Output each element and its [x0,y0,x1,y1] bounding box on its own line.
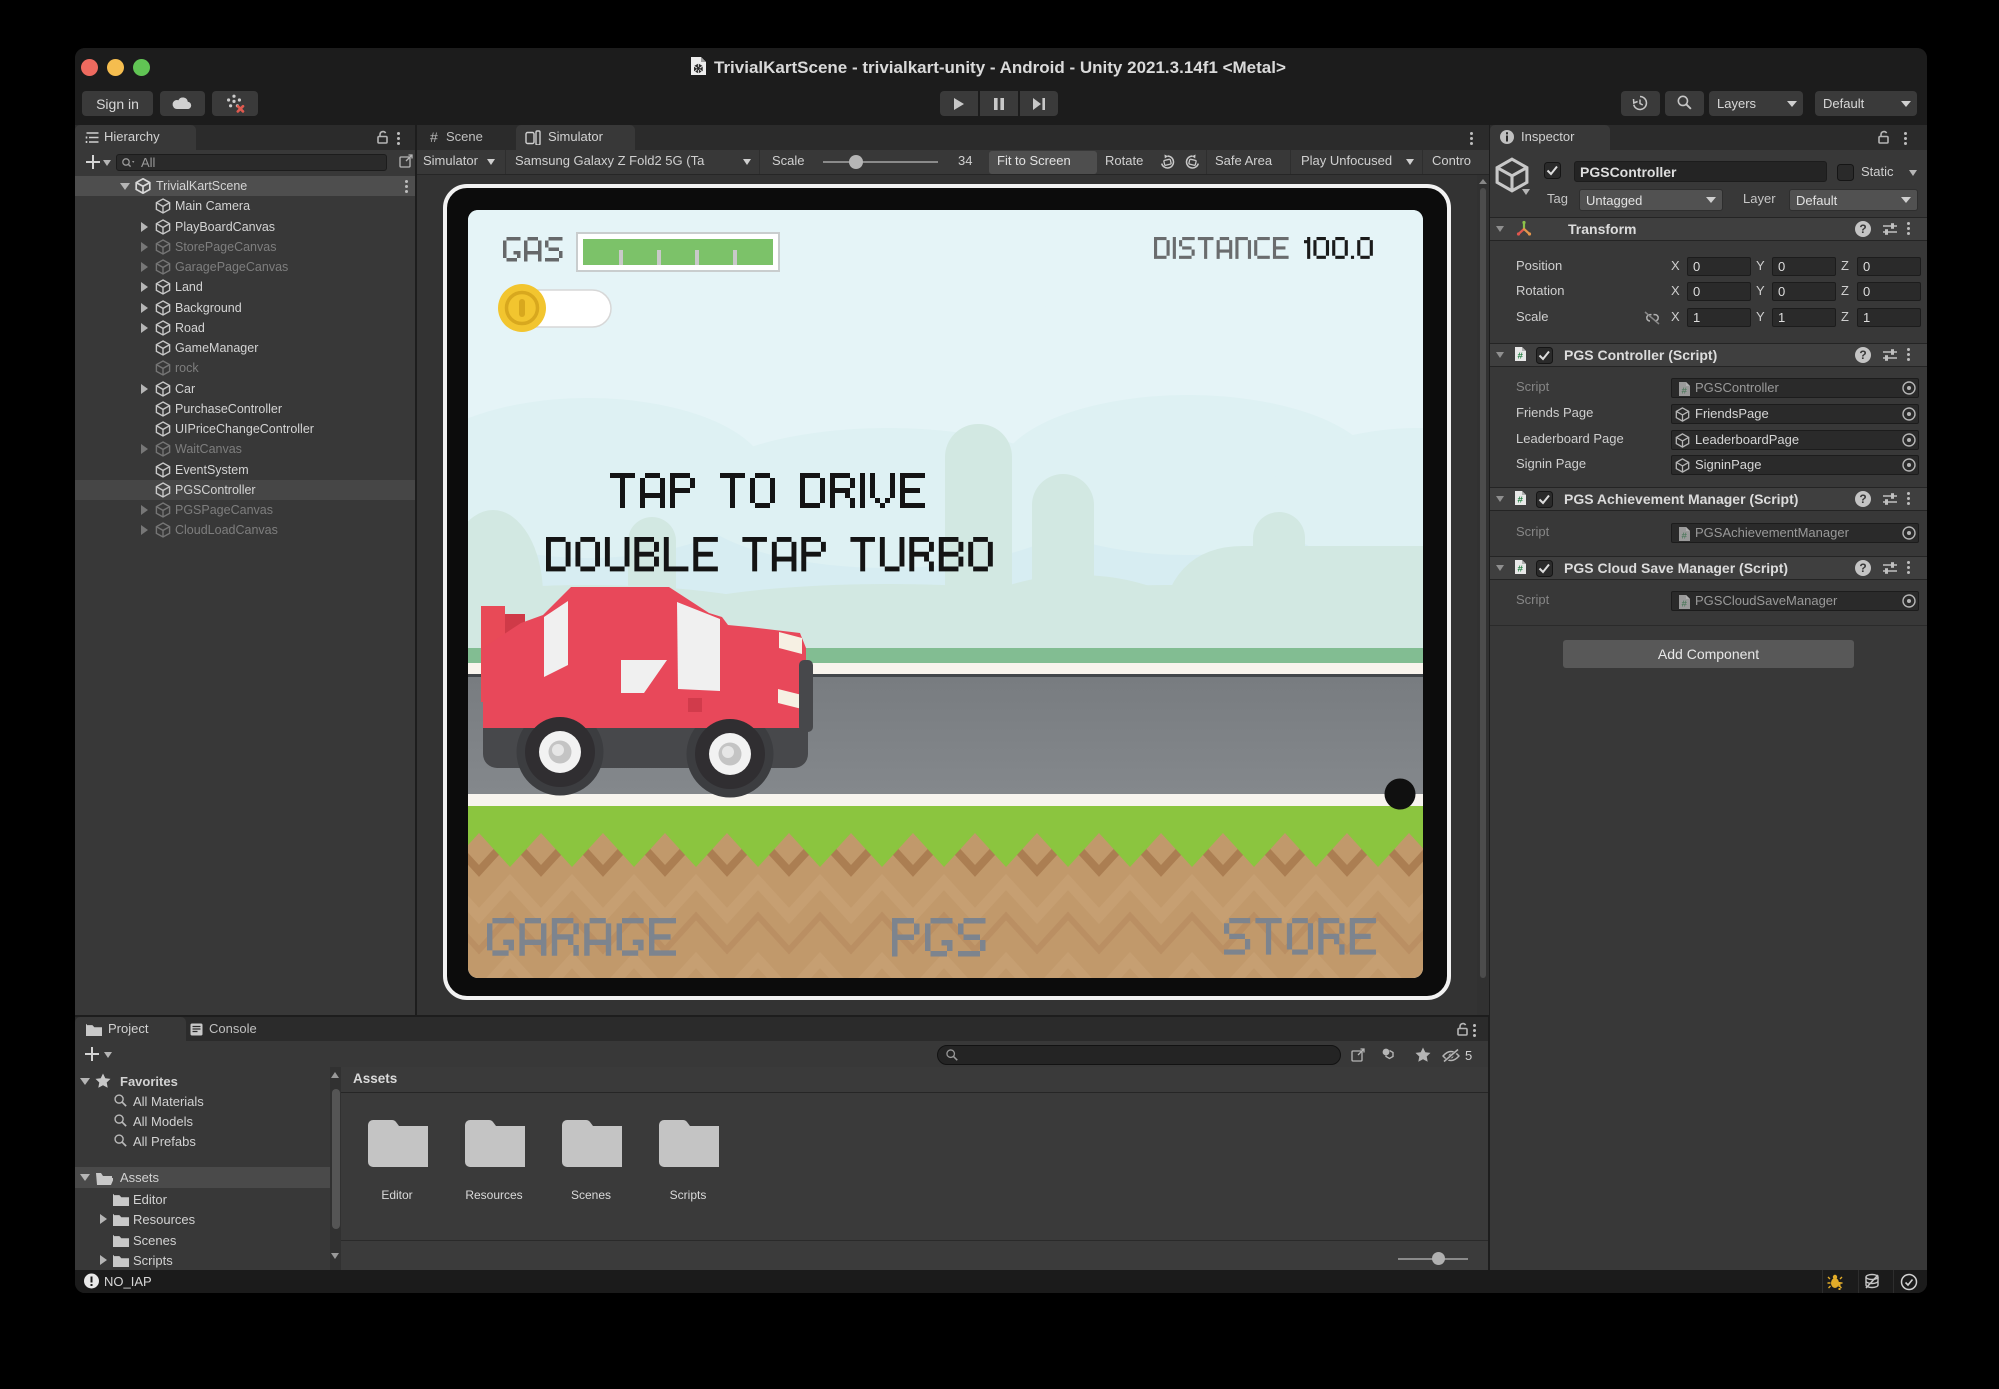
svg-text:#: # [1681,599,1687,610]
svg-text:?: ? [1859,492,1866,506]
svg-text:#: # [1517,564,1523,575]
svg-text:#: # [1517,351,1523,362]
svg-text:#: # [1517,495,1523,506]
svg-text:#: # [1681,386,1687,397]
svg-text:?: ? [1859,222,1866,236]
svg-text:#: # [1681,531,1687,542]
svg-text:?: ? [1859,348,1866,362]
svg-text:?: ? [1859,561,1866,575]
